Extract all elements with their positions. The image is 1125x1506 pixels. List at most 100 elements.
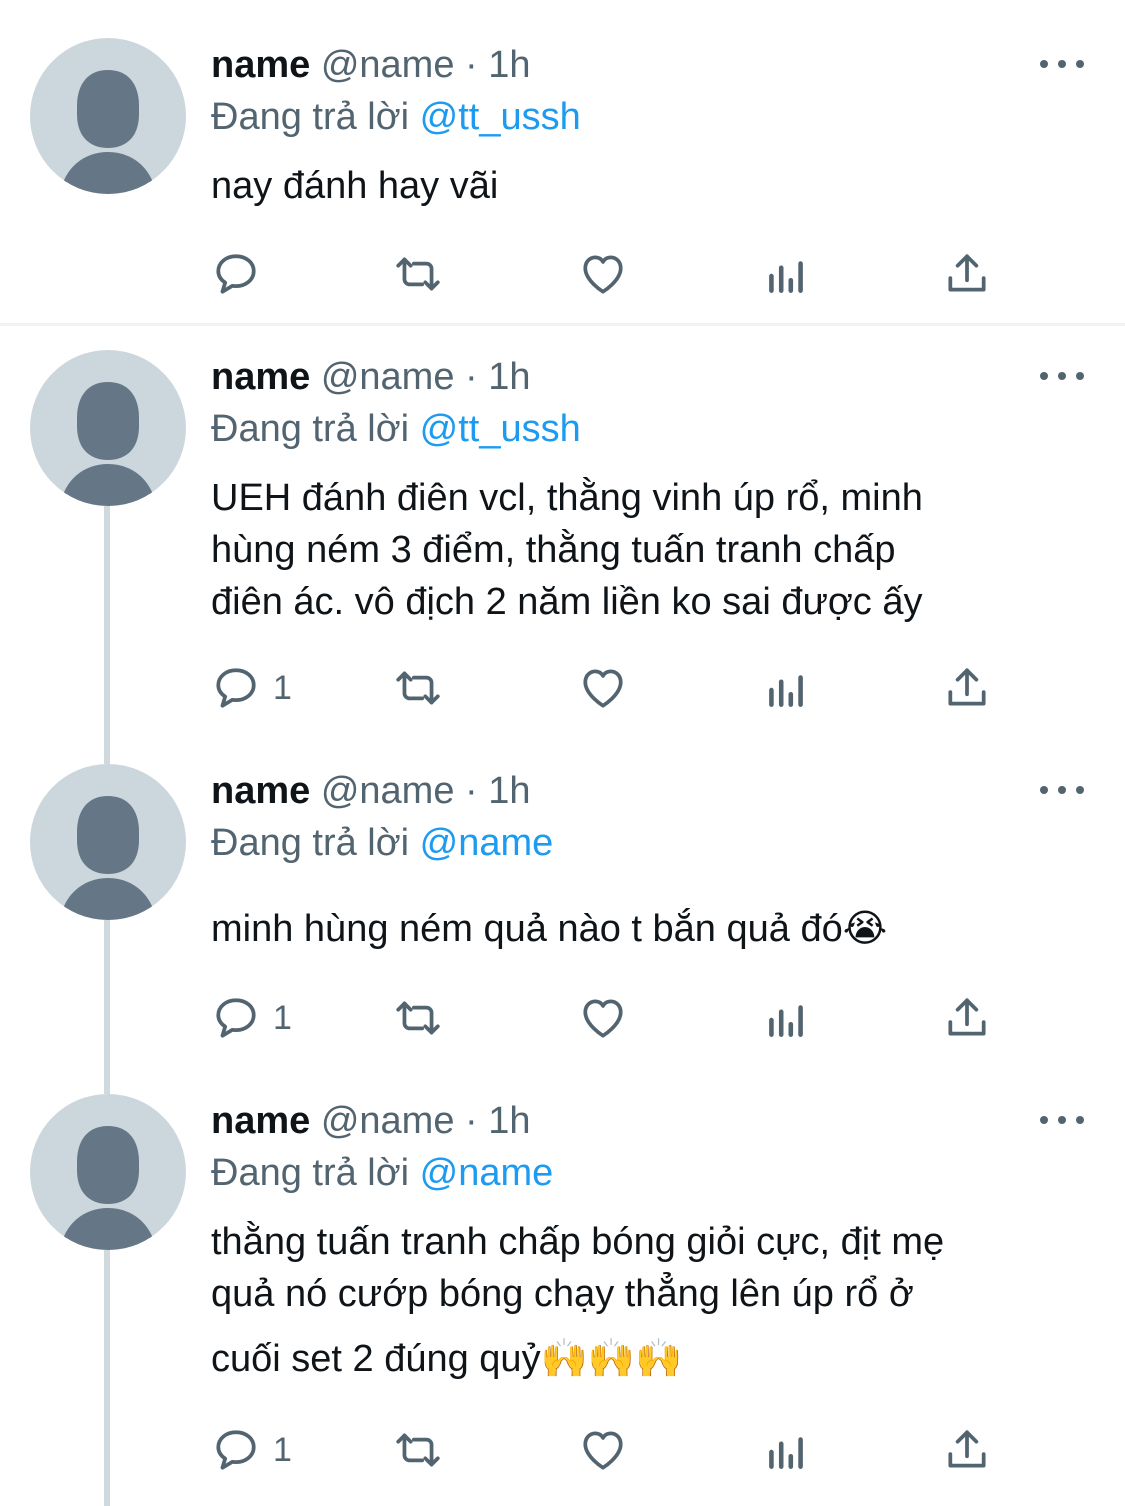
mention-link[interactable]: @tt_ussh — [420, 408, 581, 450]
analytics-icon — [769, 1005, 803, 1037]
retweet-button[interactable] — [393, 244, 443, 304]
raising-hands-emoji: 🙌🙌🙌 — [540, 1336, 683, 1380]
user-handle[interactable]: @name — [321, 770, 455, 812]
retweet-button[interactable] — [393, 988, 443, 1048]
tweet-text: UEH đánh điên vcl, thằng vinh úp rổ, min… — [211, 472, 1091, 628]
tweet[interactable]: name @name · 1h Đang trả lời @tt_ussh UE… — [0, 326, 1125, 736]
share-button[interactable] — [942, 658, 992, 718]
share-icon — [948, 254, 986, 292]
tweet[interactable]: name @name · 1h Đang trả lời @name thằng… — [0, 1070, 1125, 1506]
tweet-header: name @name · 1h — [211, 766, 531, 816]
share-icon — [948, 998, 986, 1036]
separator-dot: · — [465, 1100, 478, 1142]
reply-button[interactable]: 1 — [211, 1420, 292, 1480]
timestamp[interactable]: 1h — [488, 44, 530, 86]
more-options-icon[interactable] — [1040, 780, 1084, 800]
default-profile-icon — [60, 382, 156, 506]
display-name[interactable]: name — [211, 1100, 310, 1142]
separator-dot: · — [465, 44, 478, 86]
retweet-icon — [396, 671, 440, 705]
tweet-header: name @name · 1h — [211, 352, 531, 402]
user-handle[interactable]: @name — [321, 356, 455, 398]
replying-to: Đang trả lời @name — [211, 817, 553, 869]
tweet-header: name @name · 1h — [211, 40, 531, 90]
separator-dot: · — [465, 356, 478, 398]
analytics-icon — [769, 1437, 803, 1469]
more-options-icon[interactable] — [1040, 1110, 1084, 1130]
reply-icon — [216, 668, 256, 708]
like-icon — [583, 255, 623, 294]
timestamp[interactable]: 1h — [488, 770, 530, 812]
tweet-header: name @name · 1h — [211, 1096, 531, 1146]
analytics-button[interactable] — [761, 244, 811, 304]
separator-dot: · — [465, 770, 478, 812]
tweet-text-line: hùng ném 3 điểm, thằng tuấn tranh chấp — [211, 529, 896, 571]
reply-icon — [216, 1430, 256, 1470]
share-button[interactable] — [942, 988, 992, 1048]
crying-face-emoji: 😭 — [842, 906, 888, 950]
share-icon — [948, 1430, 986, 1468]
like-icon — [583, 999, 623, 1038]
like-button[interactable] — [578, 658, 628, 718]
retweet-button[interactable] — [393, 1420, 443, 1480]
like-button[interactable] — [578, 988, 628, 1048]
default-profile-icon — [60, 796, 156, 920]
more-options-icon[interactable] — [1040, 366, 1084, 386]
tweet-text-line: UEH đánh điên vcl, thằng vinh úp rổ, min… — [211, 477, 923, 519]
analytics-icon — [769, 675, 803, 707]
reply-button[interactable] — [211, 244, 273, 304]
avatar[interactable] — [30, 1094, 186, 1250]
display-name[interactable]: name — [211, 770, 310, 812]
analytics-button[interactable] — [761, 1420, 811, 1480]
analytics-button[interactable] — [761, 988, 811, 1048]
tweet-text-line: điên ác. vô địch 2 năm liền ko sai được … — [211, 581, 923, 623]
reply-button[interactable]: 1 — [211, 988, 292, 1048]
display-name[interactable]: name — [211, 356, 310, 398]
user-handle[interactable]: @name — [321, 1100, 455, 1142]
action-bar: 1 — [211, 1420, 1011, 1480]
like-button[interactable] — [578, 1420, 628, 1480]
user-handle[interactable]: @name — [321, 44, 455, 86]
tweet[interactable]: name @name · 1h Đang trả lời @name minh … — [0, 740, 1125, 1070]
analytics-icon — [769, 261, 803, 293]
tweet-text-content: cuối set 2 đúng quỷ — [211, 1338, 541, 1380]
reply-count: 1 — [273, 998, 292, 1037]
retweet-button[interactable] — [393, 658, 443, 718]
avatar[interactable] — [30, 38, 186, 194]
avatar[interactable] — [30, 350, 186, 506]
display-name[interactable]: name — [211, 44, 310, 86]
mention-link[interactable]: @tt_ussh — [420, 96, 581, 138]
replying-to: Đang trả lời @tt_ussh — [211, 403, 581, 455]
tweet-text-line: thằng tuấn tranh chấp bóng giỏi cực, địt… — [211, 1221, 945, 1263]
more-options-icon[interactable] — [1040, 54, 1084, 74]
action-bar: 1 — [211, 658, 1011, 718]
action-bar — [211, 244, 1011, 304]
tweet-text: nay đánh hay vãi — [211, 160, 1091, 212]
retweet-icon — [396, 1001, 440, 1035]
tweet[interactable]: name @name · 1h Đang trả lời @tt_ussh na… — [0, 0, 1125, 323]
mention-link[interactable]: @name — [420, 822, 554, 864]
action-bar: 1 — [211, 988, 1011, 1048]
share-button[interactable] — [942, 244, 992, 304]
share-button[interactable] — [942, 1420, 992, 1480]
replying-to: Đang trả lời @tt_ussh — [211, 91, 581, 143]
reply-icon — [216, 998, 256, 1038]
tweet-text: thằng tuấn tranh chấp bóng giỏi cực, địt… — [211, 1216, 1091, 1385]
replying-label: Đang trả lời — [211, 96, 410, 138]
retweet-icon — [396, 257, 440, 291]
timestamp[interactable]: 1h — [488, 1100, 530, 1142]
timestamp[interactable]: 1h — [488, 356, 530, 398]
reply-count: 1 — [273, 1430, 292, 1469]
replying-label: Đang trả lời — [211, 822, 410, 864]
reply-count: 1 — [273, 668, 292, 707]
tweet-text-content: minh hùng ném quả nào t bắn quả đó — [211, 908, 843, 950]
reply-button[interactable]: 1 — [211, 658, 292, 718]
analytics-button[interactable] — [761, 658, 811, 718]
like-button[interactable] — [578, 244, 628, 304]
mention-link[interactable]: @name — [420, 1152, 554, 1194]
retweet-icon — [396, 1433, 440, 1467]
default-profile-icon — [60, 1126, 156, 1250]
avatar[interactable] — [30, 764, 186, 920]
replying-label: Đang trả lời — [211, 408, 410, 450]
replying-to: Đang trả lời @name — [211, 1147, 553, 1199]
